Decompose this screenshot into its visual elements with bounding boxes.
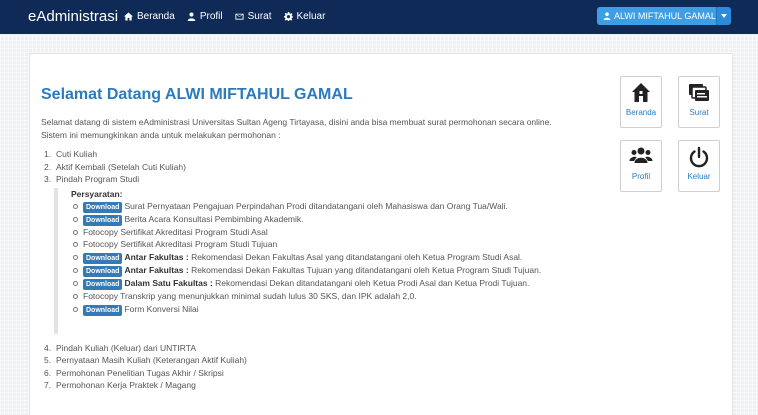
top-navbar: eAdministrasi Beranda Profil Surat Kelua… bbox=[0, 0, 758, 34]
tile-label: Profil bbox=[631, 172, 651, 181]
tile-keluar[interactable]: Keluar bbox=[678, 140, 720, 192]
download-button[interactable]: Download bbox=[83, 279, 123, 291]
requirements-block: Persyaratan: Download Surat Pernyataan Pe… bbox=[54, 187, 601, 334]
list-item: 5. Pernyataan Masih Kuliah (Keterangan Ak… bbox=[41, 354, 601, 367]
requirement-item: Download Antar Fakultas : Rekomendasi Dek… bbox=[71, 264, 601, 278]
permohonan-list: 1. Cuti Kuliah 2. Aktif Kembali (Setelah C… bbox=[41, 148, 601, 392]
nav-link-label: Profil bbox=[199, 11, 223, 22]
page-title: Selamat Datang ALWI MIFTAHUL GAMAL bbox=[41, 86, 353, 103]
user-menu-main[interactable]: ALWI MIFTAHUL GAMAL bbox=[597, 7, 716, 25]
intro-line: Selamat datang di sistem eAdministrasi U… bbox=[41, 117, 552, 127]
nav-link-label: Keluar bbox=[296, 11, 326, 22]
list-item-label: Cuti Kuliah bbox=[56, 149, 98, 159]
requirement-text: Fotocopy Sertifikat Akreditasi Program S… bbox=[83, 239, 278, 250]
requirement-text: Surat Pernyataan Pengajuan Perpindahan P… bbox=[124, 200, 508, 211]
nav-link-label: Surat bbox=[247, 11, 272, 22]
list-item: 2. Aktif Kembali (Setelah Cuti Kuliah) bbox=[41, 161, 601, 174]
requirement-item: Download Dalam Satu Fakultas : Rekomendas… bbox=[71, 277, 601, 291]
power-icon bbox=[689, 146, 709, 168]
requirement-item: Download Surat Pernyataan Pengajuan Perpi… bbox=[71, 200, 601, 213]
tile-label: Surat bbox=[689, 108, 709, 117]
requirement-prefix: Dalam Satu Fakultas : bbox=[124, 278, 213, 289]
users-icon bbox=[629, 147, 653, 163]
list-number: 2. bbox=[44, 161, 52, 172]
requirement-text: Fotocopy Transkrip yang menunjukkan mini… bbox=[83, 291, 417, 302]
requirement-item: Download Berita Acara Konsultasi Pembimbi… bbox=[71, 213, 601, 226]
list-item: 4. Pindah Kuliah (Keluar) dari UNTIRTA bbox=[41, 342, 601, 355]
requirements-title: Persyaratan: bbox=[71, 188, 123, 199]
download-button[interactable]: Download bbox=[83, 201, 123, 213]
requirement-prefix: Antar Fakultas : bbox=[124, 252, 189, 263]
download-button[interactable]: Download bbox=[83, 253, 123, 265]
requirement-prefix: Antar Fakultas : bbox=[124, 265, 189, 276]
requirement-text: Rekomendasi Dekan Fakultas Tujuan yang d… bbox=[188, 265, 542, 276]
nav-link-label: Beranda bbox=[137, 11, 175, 22]
list-item-label: Pernyataan Masih Kuliah (Keterangan Akti… bbox=[56, 355, 247, 365]
home-icon bbox=[124, 12, 133, 21]
list-item-label: Permohonan Penelitian Tugas Akhir / Skri… bbox=[56, 367, 224, 378]
list-number: 1. bbox=[44, 149, 52, 159]
list-item: 1. Cuti Kuliah bbox=[41, 148, 601, 161]
nav-link-keluar[interactable]: Keluar bbox=[283, 11, 326, 22]
envelope-icon bbox=[235, 13, 244, 20]
download-button[interactable]: Download bbox=[83, 305, 123, 317]
list-number: 6. bbox=[44, 367, 52, 378]
intro-text: Selamat datang di sistem eAdministrasi U… bbox=[41, 116, 552, 141]
user-menu-button[interactable]: ALWI MIFTAHUL GAMAL bbox=[597, 7, 731, 25]
nav-links: Beranda Profil Surat Keluar bbox=[124, 11, 325, 22]
list-item: 7. Permohonan Kerja Praktek / Magang bbox=[41, 379, 601, 392]
tile-label: Beranda bbox=[625, 108, 657, 117]
nav-link-surat[interactable]: Surat bbox=[235, 11, 272, 22]
gear-icon bbox=[283, 12, 293, 21]
nav-link-profil[interactable]: Profil bbox=[187, 11, 223, 22]
list-number: 7. bbox=[44, 380, 52, 390]
main-panel: Selamat Datang ALWI MIFTAHUL GAMAL Selam… bbox=[29, 53, 733, 415]
user-icon bbox=[187, 12, 196, 21]
home-icon bbox=[632, 83, 650, 102]
list-number: 5. bbox=[44, 355, 52, 365]
list-item: 6. Permohonan Penelitian Tugas Akhir / Sk… bbox=[41, 367, 601, 380]
chevron-down-icon bbox=[720, 14, 727, 18]
requirement-item: Download Antar Fakultas : Rekomendasi Dek… bbox=[71, 251, 601, 265]
list-number: 3. bbox=[44, 174, 52, 184]
documents-icon bbox=[689, 84, 709, 101]
requirement-text: Rekomendasi Dekan Fakultas Asal yang dit… bbox=[188, 252, 523, 263]
list-number: 4. bbox=[44, 342, 52, 353]
requirement-item: Fotocopy Sertifikat Akreditasi Program S… bbox=[71, 238, 601, 251]
app-brand[interactable]: eAdministrasi bbox=[28, 8, 118, 25]
list-item: 3. Pindah Program Studi bbox=[41, 173, 601, 186]
tile-beranda[interactable]: Beranda bbox=[620, 76, 662, 128]
tile-surat[interactable]: Surat bbox=[678, 76, 720, 128]
download-button[interactable]: Download bbox=[83, 214, 123, 226]
intro-line: Sistem ini memungkinkan anda untuk melak… bbox=[41, 129, 281, 140]
list-continued: 4. Pindah Kuliah (Keluar) dari UNTIRTA 5.… bbox=[41, 342, 601, 392]
requirement-item: Fotocopy Transkrip yang menunjukkan mini… bbox=[71, 290, 601, 303]
requirement-text: Berita Acara Konsultasi Pembimbing Akade… bbox=[124, 213, 304, 224]
user-name: ALWI MIFTAHUL GAMAL bbox=[614, 11, 716, 21]
list-item-label: Pindah Program Studi bbox=[56, 174, 140, 184]
list-item-label: Permohonan Kerja Praktek / Magang bbox=[56, 380, 196, 390]
requirement-text: Form Konversi Nilai bbox=[124, 304, 199, 315]
nav-link-beranda[interactable]: Beranda bbox=[124, 11, 175, 22]
user-menu-caret[interactable] bbox=[715, 7, 731, 25]
tile-label: Keluar bbox=[687, 172, 711, 181]
requirement-item: Download Form Konversi Nilai bbox=[71, 303, 601, 317]
tile-profil[interactable]: Profil bbox=[620, 140, 662, 192]
download-button[interactable]: Download bbox=[83, 266, 123, 278]
requirement-text: Fotocopy Sertifikat Akreditasi Program S… bbox=[83, 226, 268, 237]
list-item-label: Pindah Kuliah (Keluar) dari UNTIRTA bbox=[56, 342, 196, 353]
user-icon bbox=[603, 12, 611, 20]
requirement-text: Rekomendasi Dekan ditandatangani oleh Ke… bbox=[212, 278, 530, 289]
list-item-label: Aktif Kembali (Setelah Cuti Kuliah) bbox=[56, 161, 186, 172]
requirement-item: Fotocopy Sertifikat Akreditasi Program S… bbox=[71, 226, 601, 239]
